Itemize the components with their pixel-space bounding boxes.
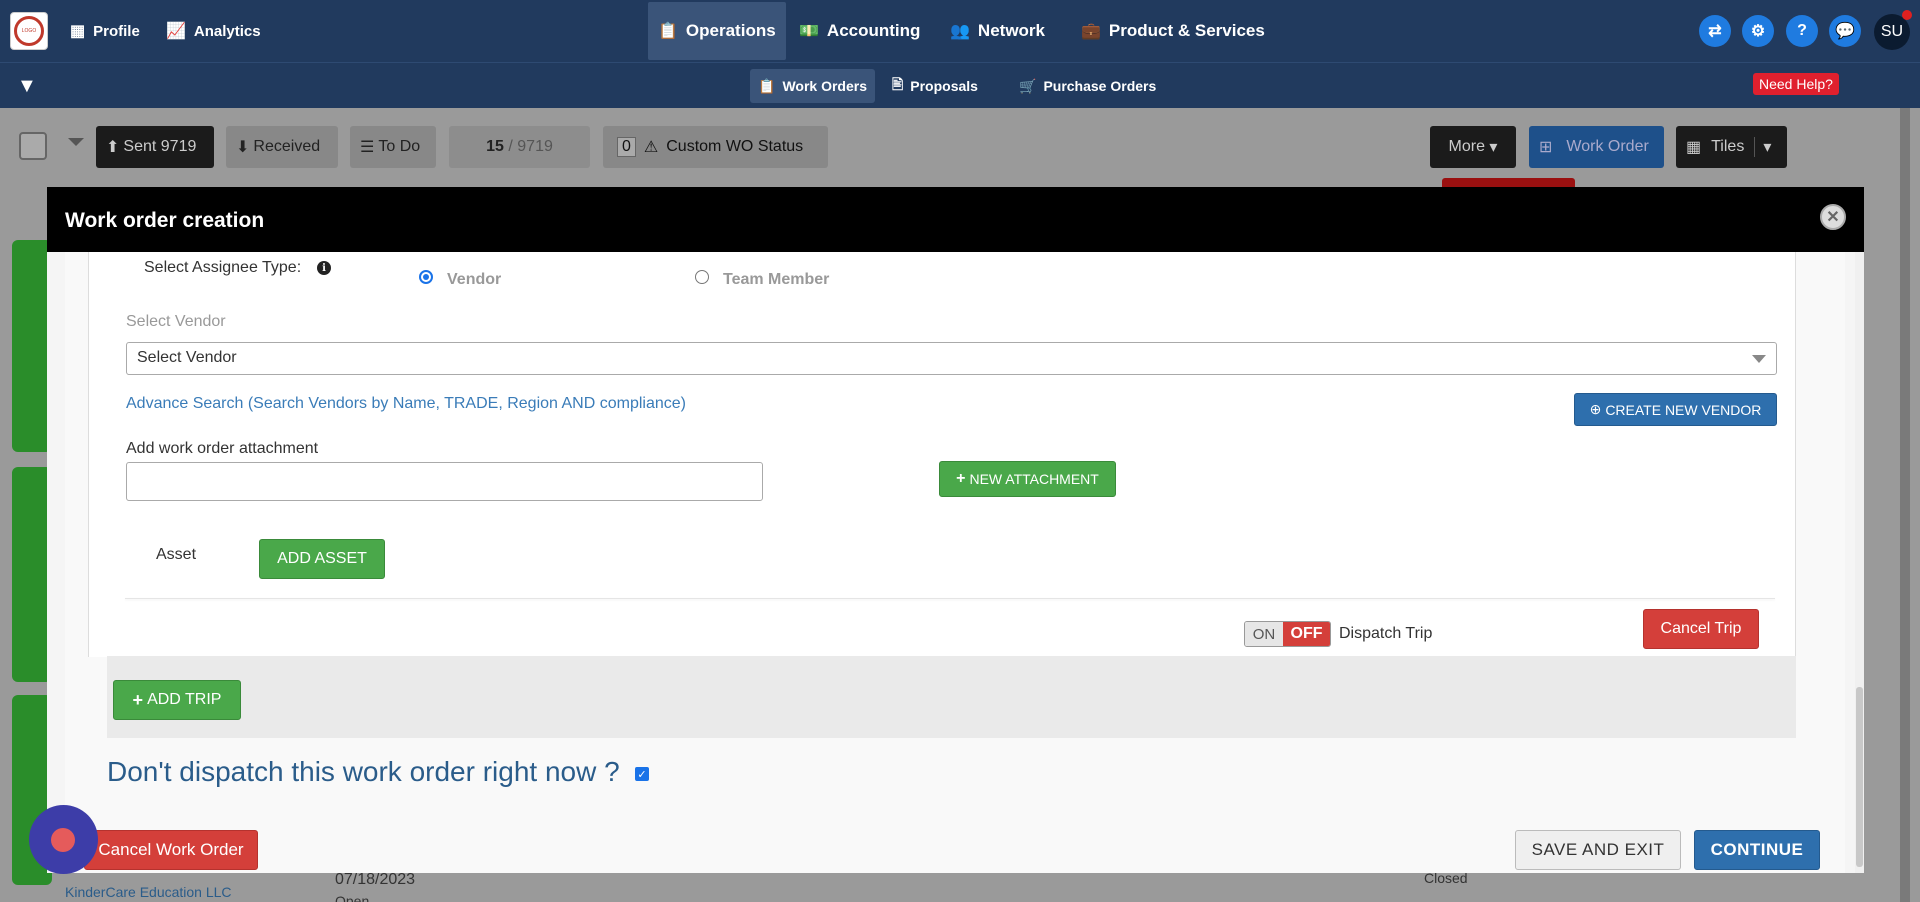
list-icon: ☰ [360,139,375,156]
add-trip-button[interactable]: + ADD TRIP [113,680,241,720]
people-icon: 👥 [950,23,970,40]
attachment-input[interactable] [126,462,763,501]
switch-icon[interactable]: ⇄ [1699,15,1731,47]
upload-icon: ⬆ [106,139,120,156]
page-scrollbar[interactable] [1900,108,1910,902]
grid-icon: ▦ [1686,139,1702,156]
nav-accounting[interactable]: 💵 Accounting [799,0,920,62]
top-nav: LOGO ▦ Profile 📈 Analytics 📋 Operations … [0,0,1920,62]
sent-filter-button[interactable]: ⬆ Sent 9719 [96,126,214,168]
received-filter-button[interactable]: ⬇ Received [226,126,338,168]
select-vendor-label: Select Vendor [126,313,226,330]
custom-status-button[interactable]: 0 ⚠ Custom WO Status [603,126,828,168]
need-help-button[interactable]: Need Help? [1753,73,1839,95]
nav-operations[interactable]: 📋 Operations [648,2,786,60]
notification-dot [1902,10,1912,20]
create-new-vendor-button[interactable]: ⊕ CREATE NEW VENDOR [1574,393,1777,426]
chevron-down-icon[interactable]: ▾ [1754,137,1771,157]
nav-analytics[interactable]: 📈 Analytics [166,0,261,62]
add-trip-area [107,656,1796,738]
background-tile [12,240,52,452]
money-icon: 💵 [799,23,819,40]
cart-icon: 🛒 [1019,77,1037,94]
row-status: Open [335,893,370,902]
modal-header: Work order creation ✕ [47,187,1864,252]
new-attachment-button[interactable]: + NEW ATTACHMENT [939,461,1116,497]
dont-dispatch-checkbox[interactable]: ✓ [635,767,649,781]
vendor-radio[interactable] [419,270,433,284]
dispatch-trip-label: Dispatch Trip [1339,625,1433,642]
vendor-radio-label[interactable]: Vendor [447,271,501,289]
subnav-work-orders[interactable]: 📋 Work Orders [750,69,875,103]
plus-icon: + [956,470,966,487]
chat-widget-icon [51,828,75,852]
vendor-select[interactable]: Select Vendor [126,342,1777,375]
more-button[interactable]: More ▾ [1430,126,1516,168]
trip-panel [88,252,1796,657]
subnav-purchase-orders[interactable]: 🛒 Purchase Orders [1011,69,1164,103]
continue-button[interactable]: CONTINUE [1694,830,1820,870]
chart-icon: 📈 [166,23,186,40]
new-work-order-button[interactable]: ⊞ Work Order [1529,126,1664,168]
company-logo[interactable]: LOGO [10,12,48,50]
nav-profile[interactable]: ▦ Profile [70,0,140,62]
download-icon: ⬇ [236,139,250,156]
plus-circle-icon: ⊕ [1589,401,1602,417]
company-link[interactable]: KinderCare Education LLC [65,884,232,900]
cancel-trip-button[interactable]: Cancel Trip [1643,609,1759,649]
team-member-radio-label[interactable]: Team Member [723,271,829,289]
dispatch-trip-toggle[interactable]: ON OFF [1244,621,1331,647]
help-icon[interactable]: ? [1786,15,1818,47]
building-icon: ▦ [70,23,86,40]
nav-product-services[interactable]: 💼 Product & Services [1081,0,1265,62]
warning-icon: ⚠ [643,139,659,156]
select-all-checkbox[interactable] [19,132,47,160]
nav-network[interactable]: 👥 Network [950,0,1045,62]
plus-icon: + [132,689,144,710]
add-asset-button[interactable]: ADD ASSET [259,539,385,579]
modal-scroll-thumb[interactable] [1856,687,1863,867]
proposal-icon: 🖹 [892,76,904,92]
assignee-type-label: Select Assignee Type: [144,259,302,276]
modal-title: Work order creation [65,209,265,232]
close-icon[interactable]: ✕ [1820,204,1846,230]
asset-label: Asset [156,546,197,563]
chat-icon[interactable]: 💬 [1829,15,1861,47]
team-member-radio[interactable] [695,270,709,284]
divider [125,598,1775,599]
save-and-exit-button[interactable]: SAVE AND EXIT [1515,830,1681,870]
chevron-down-icon [1752,355,1766,363]
tiles-view-button[interactable]: ▦ Tiles ▾ [1676,126,1787,168]
chevron-down-icon[interactable] [68,138,84,146]
subnav-proposals[interactable]: 🖹 Proposals [884,69,986,103]
row-date: 07/18/2023 [335,871,416,888]
clipboard-icon: 📋 [758,77,776,94]
gear-icon[interactable]: ⚙ [1742,15,1774,47]
dont-dispatch-label: Don't dispatch this work order right now… [107,756,620,787]
cancel-work-order-button[interactable]: Cancel Work Order [84,830,258,870]
clipboard-icon: 📋 [658,23,678,40]
advance-search-link[interactable]: Advance Search (Search Vendors by Name, … [126,395,686,413]
attachment-label: Add work order attachment [126,440,319,457]
page-indicator: 15 / 9719 [449,126,590,168]
briefcase-icon: 💼 [1081,23,1101,40]
info-icon[interactable]: i [317,261,331,275]
filter-icon[interactable]: ▼ [17,75,37,98]
sub-nav: ▼ 📋 Work Orders 🖹 Proposals 🛒 Purchase O… [0,62,1920,108]
plus-icon: ⊞ [1539,139,1553,156]
todo-filter-button[interactable]: ☰ To Do [350,126,436,168]
background-tile [12,467,52,682]
